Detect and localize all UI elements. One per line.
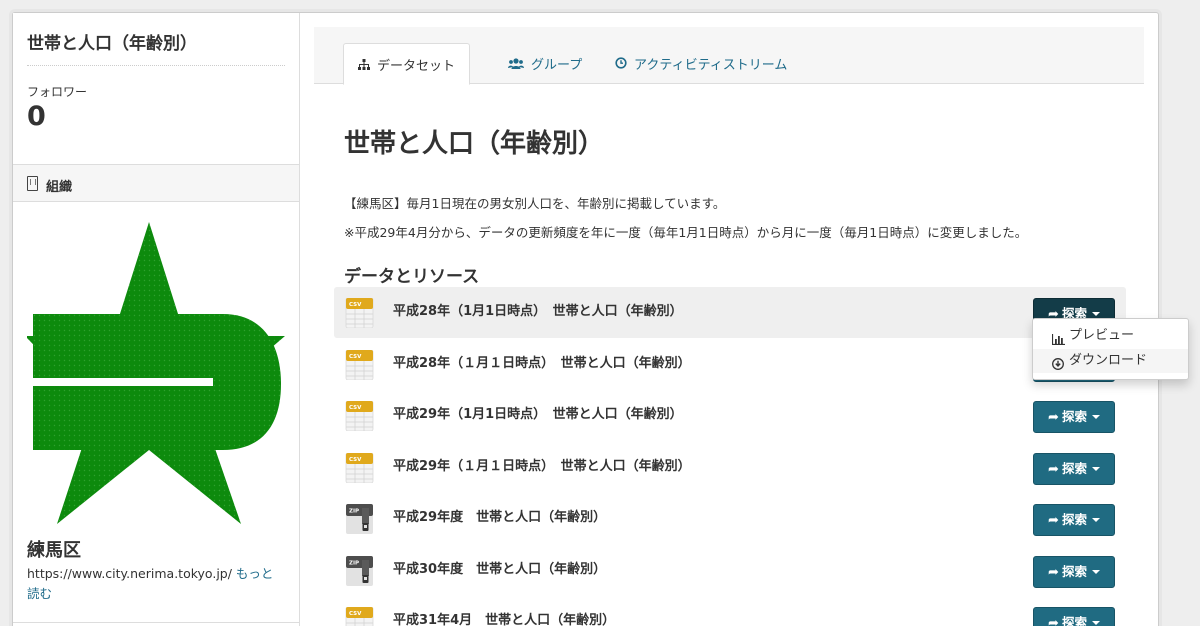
sitemap-icon [358, 59, 370, 73]
resource-item[interactable]: CSV平成28年（１月１日時点） 世帯と人口（年齢別）➦探索 [334, 339, 1126, 390]
tab-datasets[interactable]: データセット [343, 43, 471, 85]
divider [27, 65, 285, 66]
organization-name[interactable]: 練馬区 [27, 536, 81, 562]
tab-activity-stream[interactable]: アクティビティストリーム [601, 43, 801, 84]
sidebar: 世帯と人口（年齢別） フォロワー 0 組織 練馬区 https://www.ci… [13, 13, 300, 626]
share-arrow-icon: ➦ [1048, 410, 1059, 425]
explore-button[interactable]: ➦探索 [1033, 453, 1115, 485]
resource-title-link[interactable]: 平成31年4月 世帯と人口（年齢別） [393, 609, 615, 626]
resource-title-link[interactable]: 平成30年度 世帯と人口（年齢別） [393, 558, 606, 577]
svg-text:CSV: CSV [349, 611, 362, 617]
resource-title-link[interactable]: 平成29年（１月１日時点） 世帯と人口（年齢別） [393, 455, 691, 474]
download-label: ダウンロード [1069, 353, 1148, 368]
caret-down-icon [1091, 467, 1100, 471]
svg-text:CSV: CSV [349, 457, 362, 463]
organization-url: https://www.city.nerima.tokyo.jp/ もっと読む [27, 564, 285, 604]
dataset-note: ※平成29年4月分から、データの更新頻度を年に一度（毎年1月1日時点）から月に一… [344, 225, 1028, 240]
divider [13, 622, 299, 623]
preview-menu-item[interactable]: プレビュー [1033, 324, 1188, 348]
csv-file-icon: CSV [345, 606, 374, 626]
explore-button-label: 探索 [1061, 512, 1087, 527]
resource-item[interactable]: CSV 平成31年4月 世帯と人口（年齢別） ➦ 探索 [334, 596, 1126, 626]
tab-groups-label: グループ [531, 58, 583, 73]
share-arrow-icon: ➦ [1048, 462, 1059, 477]
tab-bar: データセット グループ アクティビティストリーム [314, 27, 1144, 85]
caret-down-icon [1091, 518, 1100, 522]
caret-down-icon [1091, 415, 1100, 419]
organization-heading-label: 組織 [46, 180, 73, 195]
svg-text:CSV: CSV [349, 302, 362, 308]
explore-button[interactable]: ➦探索 [1033, 607, 1115, 626]
resource-item[interactable]: ZIP 平成29年度 世帯と人口（年齢別） ➦ 探索 [334, 493, 1126, 544]
resource-title-link[interactable]: 平成28年（1月1日時点） 世帯と人口（年齢別） [393, 300, 683, 319]
followers-label: フォロワー [27, 85, 88, 99]
page-wrapper: 世帯と人口（年齢別） フォロワー 0 組織 練馬区 https://www.ci… [12, 12, 1159, 626]
organization-url-text: https://www.city.nerima.tokyo.jp/ [27, 566, 232, 581]
sidebar-dataset-title: 世帯と人口（年齢別） [27, 34, 197, 54]
explore-button-label: 探索 [1061, 461, 1087, 476]
tab-activity-stream-label: アクティビティストリーム [634, 58, 788, 73]
explore-button-label: 探索 [1061, 615, 1087, 626]
clock-icon [615, 57, 627, 72]
resource-item[interactable]: CSV 平成29年（1月1日時点） 世帯と人口（年齢別） ➦ 探索 [334, 390, 1126, 441]
zip-file-icon: ZIP [345, 504, 374, 534]
zip-file-icon: ZIP [345, 556, 374, 586]
users-icon [508, 58, 524, 72]
resource-item[interactable]: ZIP 平成30年度 世帯と人口（年齢別） ➦ 探索 [334, 545, 1126, 596]
share-arrow-icon: ➦ [1048, 565, 1059, 580]
organization-logo[interactable] [27, 218, 285, 528]
csv-file-icon: CSV [345, 400, 374, 432]
resources-heading: データとリソース [344, 267, 480, 287]
resource-title-link[interactable]: 平成29年度 世帯と人口（年齢別） [393, 506, 606, 525]
tab-datasets-label: データセット [377, 59, 456, 74]
explore-button[interactable]: ➦探索 [1033, 504, 1115, 536]
svg-text:ZIP: ZIP [349, 561, 359, 567]
followers-count: 0 [27, 101, 46, 132]
explore-button[interactable]: ➦探索 [1033, 401, 1115, 433]
caret-down-icon [1091, 312, 1100, 316]
explore-button-label: 探索 [1061, 564, 1087, 579]
page-title: 世帯と人口（年齢別） [344, 129, 605, 159]
csv-file-icon: CSV [345, 297, 374, 329]
download-menu-item[interactable]: ダウンロード [1033, 349, 1188, 373]
share-arrow-icon: ➦ [1048, 513, 1059, 528]
resource-title-link[interactable]: 平成28年（１月１日時点） 世帯と人口（年齢別） [393, 352, 691, 371]
resource-title-link[interactable]: 平成29年（1月1日時点） 世帯と人口（年齢別） [393, 403, 683, 422]
organization-heading: 組織 [13, 164, 299, 202]
resource-item[interactable]: CSV 平成28年（1月1日時点） 世帯と人口（年齢別） ➦ 探索 [334, 287, 1126, 338]
building-icon [27, 176, 38, 191]
caret-down-icon [1091, 621, 1100, 625]
svg-text:ZIP: ZIP [349, 509, 359, 515]
csv-file-icon: CSV [345, 452, 374, 484]
explore-dropdown-menu: プレビュー ダウンロード [1032, 318, 1189, 380]
resource-item[interactable]: CSV 平成29年（１月１日時点） 世帯と人口（年齢別） ➦ 探索 [334, 442, 1126, 493]
svg-text:CSV: CSV [349, 405, 362, 411]
dataset-description: 【練馬区】毎月1日現在の男女別人口を、年齢別に掲載しています。 [344, 196, 726, 211]
tab-groups[interactable]: グループ [494, 43, 596, 84]
svg-text:CSV: CSV [349, 354, 362, 360]
caret-down-icon [1091, 570, 1100, 574]
explore-button[interactable]: ➦探索 [1033, 556, 1115, 588]
download-circle-icon [1052, 355, 1064, 379]
preview-label: プレビュー [1069, 328, 1135, 343]
csv-file-icon: CSV [345, 349, 374, 381]
share-arrow-icon: ➦ [1048, 616, 1059, 626]
logo-stripe [33, 378, 213, 386]
explore-button-label: 探索 [1061, 409, 1087, 424]
